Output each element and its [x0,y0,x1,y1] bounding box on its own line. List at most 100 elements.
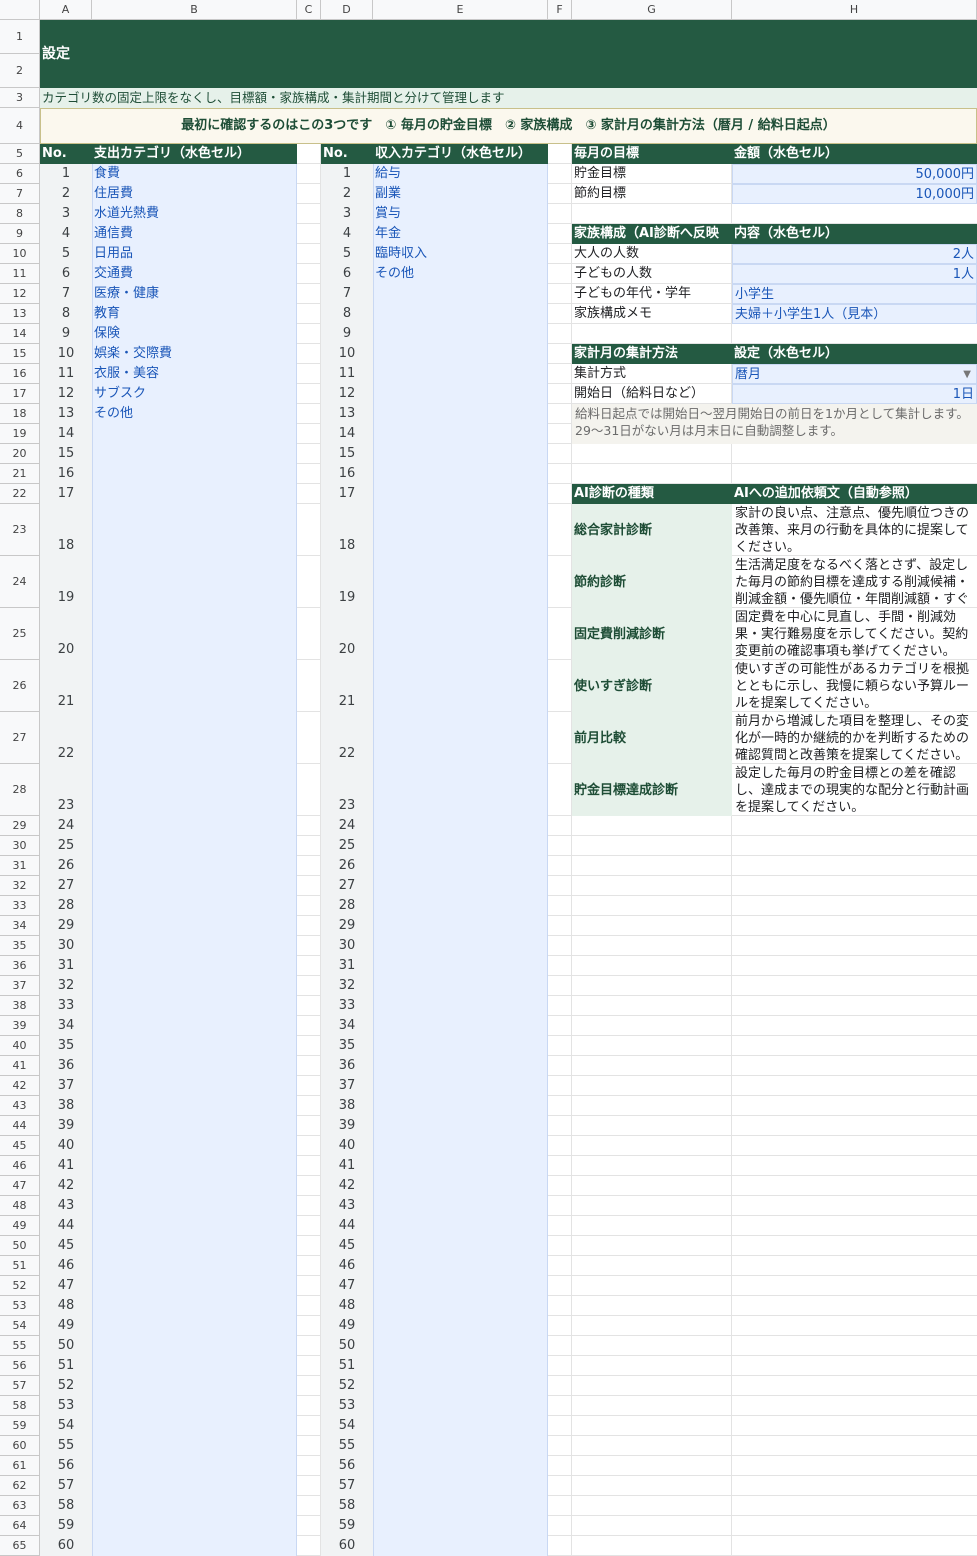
row-number[interactable]: 7 [321,284,373,304]
row-header[interactable]: 41 [0,1056,40,1076]
row-number[interactable]: 39 [321,1116,373,1136]
row-number[interactable]: 54 [40,1416,92,1436]
column-header-c[interactable]: C [297,0,321,20]
row-number[interactable]: 38 [321,1096,373,1116]
period-note[interactable]: 給料日起点では開始日〜翌月開始日の前日を1か月として集計します。29〜31日がな… [572,404,977,444]
family-memo-label[interactable]: 家族構成メモ [572,304,732,324]
row-number[interactable]: 59 [40,1516,92,1536]
row-number[interactable]: 16 [321,464,373,484]
row-number[interactable]: 29 [40,916,92,936]
row-number[interactable]: 33 [40,996,92,1016]
expense-category-item[interactable]: 衣服・美容 [92,364,297,384]
row-number[interactable]: 13 [40,404,92,424]
row-header[interactable]: 24 [0,556,40,608]
row-header[interactable]: 44 [0,1116,40,1136]
row-number[interactable]: 33 [321,996,373,1016]
row-number[interactable]: 48 [321,1296,373,1316]
row-header[interactable]: 14 [0,324,40,344]
row-header[interactable]: 12 [0,284,40,304]
row-number[interactable]: 19 [321,588,373,608]
column-header-g[interactable]: G [572,0,732,20]
row-number[interactable]: 40 [40,1136,92,1156]
row-number[interactable]: 11 [40,364,92,384]
row-number[interactable]: 55 [321,1436,373,1456]
row-number[interactable]: 4 [321,224,373,244]
row-number[interactable]: 22 [321,744,373,764]
row-header[interactable]: 60 [0,1436,40,1456]
row-number[interactable]: 12 [40,384,92,404]
row-number[interactable]: 47 [40,1276,92,1296]
expense-category-item[interactable]: 住居費 [92,184,297,204]
row-number[interactable]: 35 [321,1036,373,1056]
ai-diagnosis-label[interactable]: 節約診断 [572,556,732,608]
ai-diagnosis-label[interactable]: 固定費削減診断 [572,608,732,660]
row-header[interactable]: 29 [0,816,40,836]
row-number[interactable]: 60 [40,1536,92,1556]
row-number[interactable]: 42 [40,1176,92,1196]
row-number[interactable]: 58 [40,1496,92,1516]
row-number[interactable]: 54 [321,1416,373,1436]
row-number[interactable]: 23 [321,796,373,816]
period-method-label[interactable]: 集計方式 [572,364,732,384]
row-header[interactable]: 25 [0,608,40,660]
row-number[interactable]: 25 [40,836,92,856]
row-header[interactable]: 5 [0,144,40,164]
row-header[interactable]: 63 [0,1496,40,1516]
row-number[interactable]: 21 [321,692,373,712]
ai-request-text[interactable]: 設定した毎月の貯金目標との差を確認し、達成までの現実的な配分と行動計画を提案して… [732,764,977,816]
row-number[interactable]: 15 [321,444,373,464]
chevron-down-icon[interactable]: ▼ [963,365,971,383]
row-number[interactable]: 30 [321,936,373,956]
expense-category-item[interactable]: 通信費 [92,224,297,244]
family-header-value[interactable]: 内容（水色セル） [732,224,977,244]
ai-diagnosis-label[interactable]: 総合家計診断 [572,504,732,556]
row-number[interactable]: 40 [321,1136,373,1156]
row-number[interactable]: 10 [40,344,92,364]
row-number[interactable]: 1 [40,164,92,184]
row-number[interactable]: 8 [40,304,92,324]
row-number[interactable]: 17 [40,484,92,504]
family-memo-value[interactable]: 夫婦＋小学生1人（見本） [732,304,977,324]
column-header-h[interactable]: H [732,0,977,20]
row-number[interactable]: 36 [321,1056,373,1076]
row-header[interactable]: 3 [0,88,40,108]
select-all-corner[interactable] [0,0,40,20]
row-number[interactable]: 15 [40,444,92,464]
page-title[interactable]: 設定 [40,20,240,88]
row-number[interactable]: 1 [321,164,373,184]
ai-request-text[interactable]: 家計の良い点、注意点、優先順位つきの改善策、来月の行動を具体的に提案してください… [732,504,977,556]
row-header[interactable]: 38 [0,996,40,1016]
row-number[interactable]: 25 [321,836,373,856]
family-adults-value[interactable]: 2人 [732,244,977,264]
row-number[interactable]: 56 [40,1456,92,1476]
ai-diagnosis-label[interactable]: 使いすぎ診断 [572,660,732,712]
row-header[interactable]: 37 [0,976,40,996]
family-child-age-value[interactable]: 小学生 [732,284,977,304]
row-number[interactable]: 37 [321,1076,373,1096]
row-header[interactable]: 19 [0,424,40,444]
goals-header-label[interactable]: 毎月の目標 [572,144,732,164]
expense-category-item[interactable]: 食費 [92,164,297,184]
row-header[interactable]: 21 [0,464,40,484]
row-number[interactable]: 24 [40,816,92,836]
goal-savings-value[interactable]: 50,000円 [732,164,977,184]
row-number[interactable]: 20 [321,640,373,660]
row-number[interactable]: 28 [40,896,92,916]
row-number[interactable]: 26 [40,856,92,876]
expense-category-item[interactable]: 水道光熱費 [92,204,297,224]
row-header[interactable]: 16 [0,364,40,384]
ai-request-text[interactable]: 前月から増減した項目を整理し、その変化が一時的か継続的かを判断するための確認質問… [732,712,977,764]
ai-request-text[interactable]: 使いすぎの可能性があるカテゴリを根拠とともに示し、我慢に頼らない予算ルールを提案… [732,660,977,712]
period-header-label[interactable]: 家計月の集計方法 [572,344,732,364]
expense-header[interactable]: 支出カテゴリ（水色セル） [92,144,297,164]
row-number[interactable]: 16 [40,464,92,484]
row-number[interactable]: 49 [321,1316,373,1336]
row-number[interactable]: 44 [321,1216,373,1236]
row-number[interactable]: 46 [40,1256,92,1276]
row-header[interactable]: 51 [0,1256,40,1276]
row-number[interactable]: 43 [40,1196,92,1216]
row-header[interactable]: 54 [0,1316,40,1336]
ai-header-value[interactable]: AIへの追加依頼文（自動参照） [732,484,977,504]
row-header[interactable]: 1 [0,20,40,54]
expense-category-item[interactable]: 日用品 [92,244,297,264]
